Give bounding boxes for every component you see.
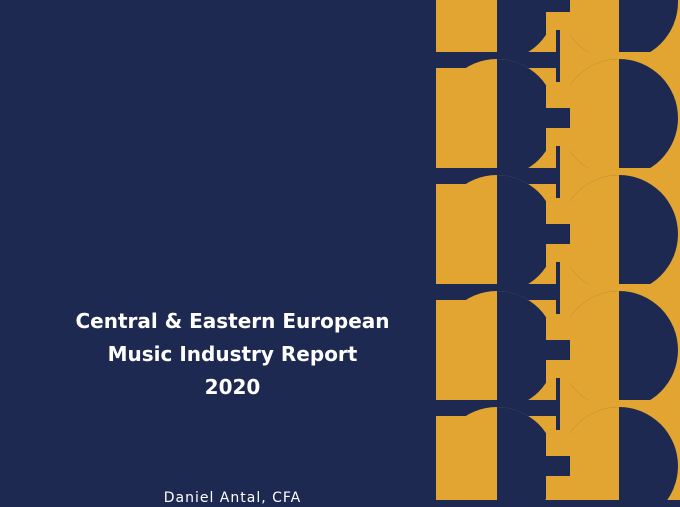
report-title-line-2: Music Industry Report bbox=[107, 342, 358, 366]
pattern-connector-top bbox=[546, 314, 570, 340]
geometric-circle-pattern-icon bbox=[436, 0, 680, 500]
pattern-divider bbox=[556, 146, 560, 206]
pattern-connector-top bbox=[546, 198, 570, 224]
pattern-connector bbox=[546, 224, 570, 244]
pattern-connector bbox=[546, 108, 570, 128]
pattern-connector bbox=[546, 0, 570, 12]
pattern-connector-top bbox=[546, 430, 570, 456]
pattern-connector bbox=[546, 456, 570, 476]
report-cover: Central & Eastern European Music Industr… bbox=[0, 0, 680, 506]
pattern-connector bbox=[546, 340, 570, 360]
pattern-connector-bottom bbox=[546, 476, 570, 500]
pattern-divider bbox=[556, 30, 560, 90]
pattern-divider bbox=[556, 378, 560, 438]
report-author: Daniel Antal, CFA bbox=[163, 490, 302, 506]
report-title-line-3: 2020 bbox=[204, 375, 261, 399]
pattern-connector-top bbox=[546, 82, 570, 108]
pattern-divider bbox=[556, 262, 560, 322]
report-title: Central & Eastern European Music Industr… bbox=[20, 305, 445, 404]
report-title-line-1: Central & Eastern European bbox=[75, 309, 390, 333]
